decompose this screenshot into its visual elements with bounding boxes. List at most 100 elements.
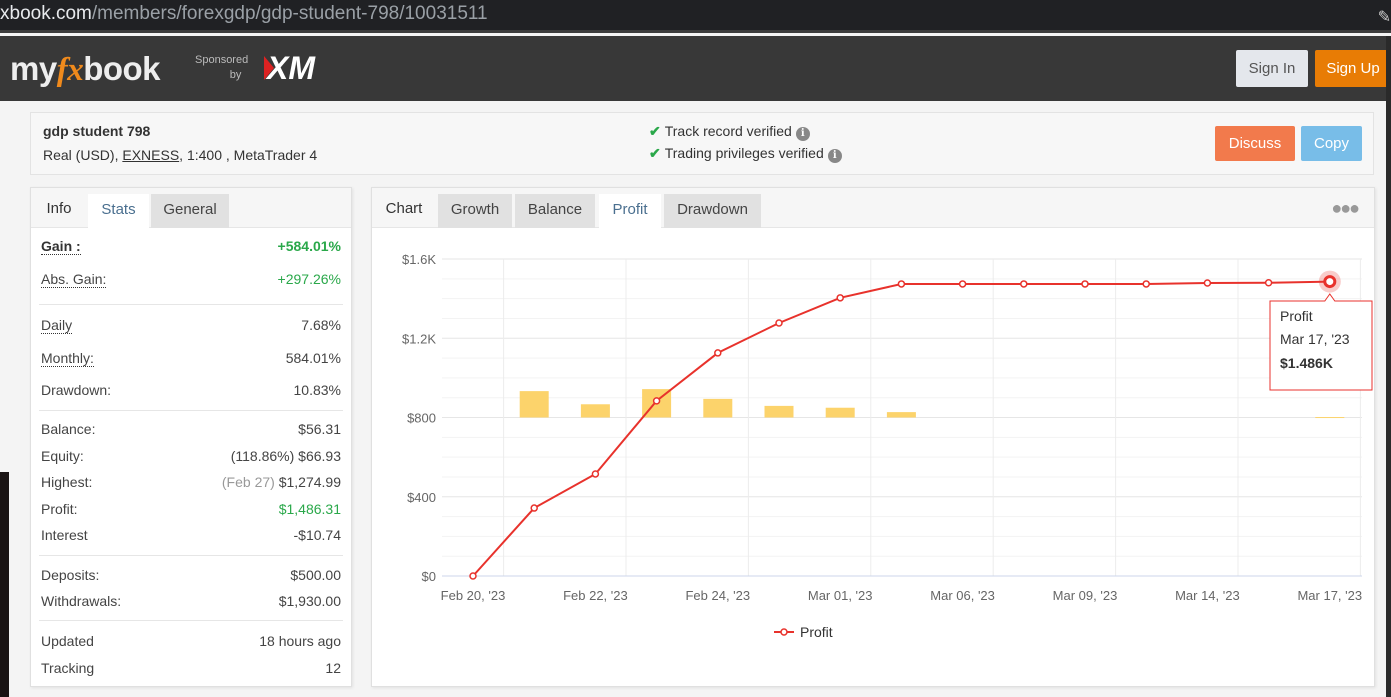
- data-point: [836, 294, 844, 302]
- sign-in-button[interactable]: Sign In: [1236, 50, 1308, 87]
- daily-bar: [580, 404, 610, 418]
- tab-chart[interactable]: Chart: [372, 188, 436, 228]
- xm-logo[interactable]: XM: [264, 50, 315, 87]
- stat-label: Deposits:: [41, 567, 100, 583]
- stat-value: $1,486.31: [279, 501, 341, 517]
- y-tick-label: $0: [422, 569, 436, 584]
- account-summary: gdp student 798 Real (USD), EXNESS, 1:40…: [30, 112, 1374, 175]
- stat-value: 10.83%: [294, 382, 341, 398]
- info-icon[interactable]: i: [795, 127, 810, 141]
- daily-bar: [886, 412, 916, 418]
- address-bar[interactable]: xbook.com/members/forexgdp/gdp-student-7…: [0, 0, 1391, 33]
- more-options-icon[interactable]: ●●●: [1331, 198, 1360, 219]
- chart-tabs: Chart Growth Balance Profit Drawdown ●●●: [372, 188, 1374, 229]
- divider: [39, 555, 343, 556]
- data-point: [958, 280, 967, 288]
- stat-label[interactable]: Daily: [41, 317, 73, 334]
- track-record-verified: ✔ Track record verified i: [649, 123, 810, 141]
- stat-label[interactable]: Abs. Gain:: [41, 271, 107, 288]
- stat-row: Withdrawals: $1,930.00: [41, 593, 341, 613]
- tab-growth[interactable]: Growth: [438, 194, 512, 228]
- tab-info[interactable]: Info: [31, 188, 87, 228]
- stat-value: (118.86%) $66.93: [231, 448, 341, 464]
- stat-row: Equity: (118.86%) $66.93: [41, 448, 341, 468]
- x-tick-label: Mar 14, '23: [1175, 588, 1240, 603]
- stat-row: Monthly: 584.01%: [41, 350, 341, 370]
- stat-number: $1,274.99: [278, 474, 341, 490]
- daily-bar: [519, 391, 549, 418]
- y-tick-label: $1.6K: [402, 252, 436, 267]
- profit-line: [472, 280, 1330, 577]
- stat-number: 7.68%: [301, 317, 341, 333]
- x-tick-label: Feb 20, '23: [441, 588, 506, 603]
- stat-label[interactable]: Monthly:: [41, 350, 94, 367]
- extension-icon[interactable]: ✎: [1378, 4, 1391, 32]
- x-tick-label: Feb 24, '23: [685, 588, 750, 603]
- stat-number: -$10.74: [293, 527, 341, 543]
- tab-profit[interactable]: Profit: [599, 194, 661, 229]
- account-name: gdp student 798: [43, 123, 151, 139]
- check-icon: ✔: [649, 123, 661, 139]
- check-icon: ✔: [649, 145, 661, 161]
- divider: [39, 620, 343, 621]
- stat-note: (118.86%): [230, 448, 295, 464]
- daily-bar: [703, 398, 733, 418]
- stat-row: Abs. Gain: +297.26%: [41, 271, 341, 291]
- stat-row: Drawdown: 10.83%: [41, 382, 341, 402]
- stat-label: Tracking: [41, 660, 95, 676]
- daily-bar: [825, 407, 855, 418]
- stat-value: $1,930.00: [279, 593, 341, 609]
- stat-label: Balance:: [41, 421, 96, 437]
- tab-drawdown[interactable]: Drawdown: [664, 194, 761, 228]
- stat-label[interactable]: Gain :: [41, 238, 81, 255]
- broker-link[interactable]: EXNESS: [122, 147, 179, 163]
- stat-value: $500.00: [290, 567, 341, 583]
- tab-general[interactable]: General: [151, 194, 229, 228]
- tooltip-value: $1.486K: [1280, 355, 1333, 371]
- divider: [39, 304, 343, 305]
- site-header: myfxbook Sponsored by XM Sign In Sign Up: [0, 36, 1391, 101]
- tab-stats[interactable]: Stats: [88, 194, 149, 229]
- discuss-button[interactable]: Discuss: [1215, 126, 1295, 161]
- legend-label: Profit: [800, 624, 833, 640]
- copy-button[interactable]: Copy: [1301, 126, 1362, 161]
- stat-label: Drawdown:: [41, 382, 112, 398]
- scrollbar[interactable]: [1386, 36, 1391, 697]
- stat-label: Withdrawals:: [41, 593, 122, 609]
- stat-value: +584.01%: [278, 238, 341, 254]
- stat-number: $66.93: [298, 448, 341, 464]
- legend-marker: [780, 628, 788, 636]
- stat-number: $56.31: [298, 421, 341, 437]
- stat-number: 584.01%: [285, 350, 341, 366]
- stat-value: (Feb 27) $1,274.99: [222, 474, 341, 490]
- stat-label: Updated: [41, 633, 94, 649]
- stat-number: +584.01%: [277, 238, 341, 254]
- x-tick-label: Feb 22, '23: [563, 588, 628, 603]
- stat-number: +297.26%: [277, 271, 341, 287]
- profit-chart: $0 $400 $800 $1.2K $1.6K Feb 20, '23 Feb 22, '…: [402, 252, 1373, 640]
- y-tick-label: $800: [407, 411, 436, 426]
- data-point: [897, 280, 906, 288]
- stat-value: 12: [325, 660, 341, 676]
- stat-row: Deposits: $500.00: [41, 567, 341, 587]
- myfxbook-logo[interactable]: myfxbook: [10, 50, 161, 89]
- x-tick-label: Mar 17, '23: [1297, 588, 1362, 603]
- data-point: [469, 572, 477, 580]
- stat-row: Highest: (Feb 27) $1,274.99: [41, 474, 341, 494]
- data-point: [652, 397, 661, 405]
- stat-number: $1,930.00: [278, 593, 341, 609]
- stat-label: Interest: [41, 527, 88, 543]
- tab-balance[interactable]: Balance: [515, 194, 595, 228]
- stat-label: Highest:: [41, 474, 93, 490]
- sign-up-button[interactable]: Sign Up: [1315, 50, 1391, 87]
- data-point: [1142, 280, 1150, 288]
- stat-value: -$10.74: [294, 527, 341, 543]
- stat-number: 12: [325, 660, 341, 676]
- x-tick-label: Mar 09, '23: [1053, 588, 1118, 603]
- stat-value: 584.01%: [286, 350, 341, 366]
- info-icon[interactable]: i: [827, 149, 842, 163]
- data-point: [591, 470, 600, 478]
- data-point: [1203, 279, 1212, 287]
- chart-panel: Chart Growth Balance Profit Drawdown ●●●…: [371, 187, 1375, 687]
- trading-privileges-verified: ✔ Trading privileges verified i: [649, 145, 842, 163]
